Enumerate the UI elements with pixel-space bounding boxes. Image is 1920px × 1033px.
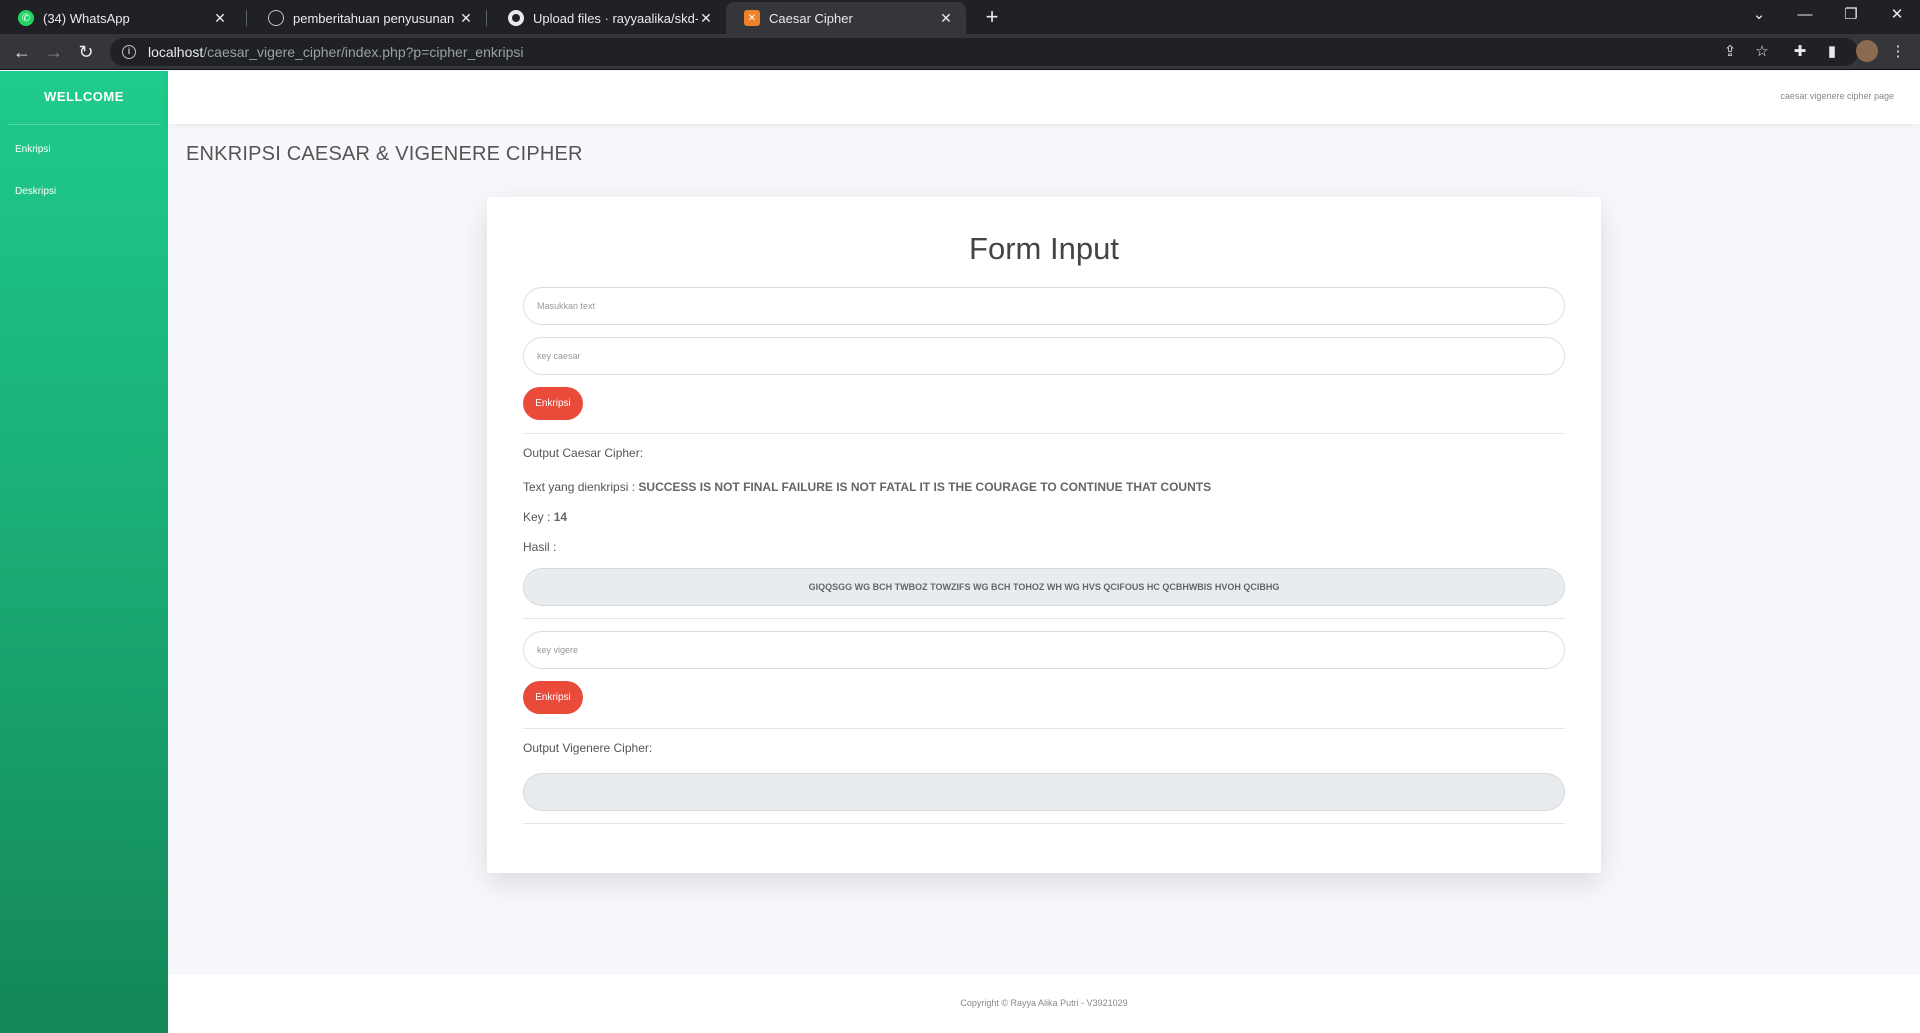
sidebar: WELLCOME Enkripsi Deskripsi xyxy=(0,71,168,1033)
form-card: Form Input Enkripsi Output Caesar Cipher… xyxy=(487,197,1601,873)
key-row: Key : 14 xyxy=(523,510,567,524)
reload-icon[interactable]: ↻ xyxy=(74,40,98,64)
caesar-encrypt-button[interactable]: Enkripsi xyxy=(523,387,583,420)
close-icon[interactable]: ✕ xyxy=(212,10,228,27)
tab-title: (34) WhatsApp xyxy=(43,10,130,26)
close-icon[interactable]: ✕ xyxy=(698,10,714,27)
vigenere-encrypt-button[interactable]: Enkripsi xyxy=(523,681,583,714)
tab-search-icon[interactable]: ⌄ xyxy=(1736,0,1782,34)
github-icon xyxy=(508,10,524,26)
topbar-page-label: caesar vigenere cipher page xyxy=(1780,91,1894,101)
tab-separator xyxy=(486,10,487,26)
page-title: ENKRIPSI CAESAR & VIGENERE CIPHER xyxy=(186,143,583,165)
result-label: Hasil : xyxy=(523,540,557,554)
tab-title: pemberitahuan penyusunan penu xyxy=(293,10,458,26)
divider xyxy=(523,433,1565,434)
extensions-puzzle-icon[interactable]: ✚ xyxy=(1790,42,1810,62)
bookmark-star-icon[interactable]: ☆ xyxy=(1752,42,1772,62)
address-bar[interactable]: i localhost /caesar_vigere_cipher/index.… xyxy=(110,38,1858,66)
encrypted-text-value: SUCCESS IS NOT FINAL FAILURE IS NOT FATA… xyxy=(638,480,1212,494)
restore-icon[interactable]: ❐ xyxy=(1828,0,1874,34)
sidebar-brand: WELLCOME xyxy=(8,71,160,125)
tab-whatsapp[interactable]: ✆ (34) WhatsApp ✕ xyxy=(0,2,240,34)
divider xyxy=(523,618,1565,619)
browser-toolbar: ← → ↻ i localhost /caesar_vigere_cipher/… xyxy=(0,34,1920,70)
globe-icon xyxy=(268,10,284,26)
tab-caesar-cipher[interactable]: ✕ Caesar Cipher ✕ xyxy=(726,2,966,34)
url-path: /caesar_vigere_cipher/index.php?p=cipher… xyxy=(203,44,524,60)
share-icon[interactable]: ⇪ xyxy=(1720,42,1740,62)
text-input[interactable] xyxy=(523,287,1565,325)
side-panel-icon[interactable]: ▮ xyxy=(1822,42,1842,62)
caesar-key-input[interactable] xyxy=(523,337,1565,375)
forward-icon[interactable]: → xyxy=(42,40,66,64)
key-label: Key : xyxy=(523,510,551,524)
form-heading: Form Input xyxy=(969,231,1119,266)
divider xyxy=(523,728,1565,729)
tab-separator xyxy=(246,10,247,26)
sidebar-item-enkripsi[interactable]: Enkripsi xyxy=(0,129,168,171)
caesar-result-field: GIQQSGG WG BCH TWBOZ TOWZIFS WG BCH TOHO… xyxy=(523,568,1565,606)
tab-title: Caesar Cipher xyxy=(769,10,853,26)
close-icon[interactable]: ✕ xyxy=(458,10,474,27)
topbar: caesar vigenere cipher page xyxy=(168,71,1920,124)
caesar-output-label: Output Caesar Cipher: xyxy=(523,446,644,460)
xampp-icon: ✕ xyxy=(744,10,760,26)
whatsapp-icon: ✆ xyxy=(18,10,34,26)
url-host: localhost xyxy=(148,44,204,60)
encrypted-text-label: Text yang dienkripsi : xyxy=(523,480,636,494)
vigenere-key-input[interactable] xyxy=(523,631,1565,669)
vigenere-output-label: Output Vigenere Cipher: xyxy=(523,741,653,755)
footer: Copyright © Rayya Alika Putri - V3921029 xyxy=(168,975,1920,1033)
tab-github[interactable]: Upload files · rayyaalika/skd-UTS ✕ xyxy=(490,2,726,34)
site-info-icon[interactable]: i xyxy=(122,45,136,59)
window-close-icon[interactable]: ✕ xyxy=(1874,0,1920,34)
sidebar-item-deskripsi[interactable]: Deskripsi xyxy=(0,171,168,213)
encrypted-text-row: Text yang dienkripsi : SUCCESS IS NOT FI… xyxy=(523,480,1211,494)
menu-kebab-icon[interactable]: ⋮ xyxy=(1888,42,1908,62)
back-icon[interactable]: ← xyxy=(10,40,34,64)
tab-title: Upload files · rayyaalika/skd-UTS xyxy=(533,10,698,26)
tab-pemberitahuan[interactable]: pemberitahuan penyusunan penu ✕ xyxy=(250,2,486,34)
new-tab-icon[interactable]: + xyxy=(978,4,1006,32)
browser-tab-strip: ✆ (34) WhatsApp ✕ pemberitahuan penyusun… xyxy=(0,0,1920,34)
divider xyxy=(523,823,1565,824)
key-value: 14 xyxy=(553,510,568,524)
minimize-icon[interactable]: — xyxy=(1782,0,1828,34)
vigenere-result-field xyxy=(523,773,1565,811)
profile-avatar[interactable] xyxy=(1856,40,1878,62)
close-icon[interactable]: ✕ xyxy=(938,10,954,27)
